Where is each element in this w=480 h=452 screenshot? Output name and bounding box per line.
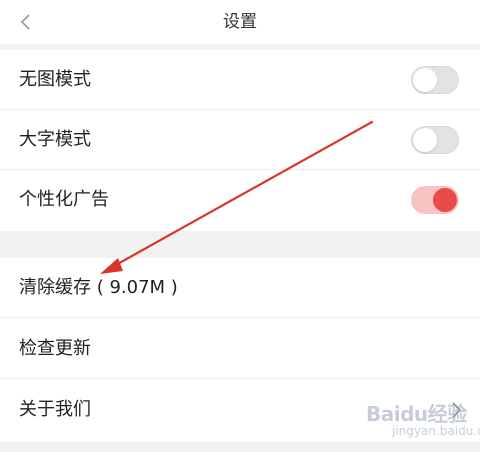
- check-update-label: 检查更新: [19, 338, 91, 359]
- settings-row-clear-cache[interactable]: 清除缓存 ( 9.07M ): [0, 258, 480, 318]
- no-image-mode-toggle[interactable]: [411, 66, 459, 94]
- clear-cache-label: 清除缓存 ( 9.07M ): [19, 277, 178, 298]
- toggle-knob: [413, 128, 437, 152]
- settings-row-personalized-ads[interactable]: 个性化广告: [0, 170, 480, 230]
- watermark-main-text: Baidu经验: [366, 402, 467, 426]
- settings-group-display: 无图模式 大字模式 个性化广告: [0, 50, 480, 231]
- toggle-knob: [413, 68, 437, 92]
- page-title: 设置: [223, 12, 257, 32]
- no-image-mode-label: 无图模式: [19, 69, 91, 90]
- settings-row-no-image-mode[interactable]: 无图模式: [0, 50, 480, 110]
- about-us-label: 关于我们: [19, 399, 91, 420]
- personalized-ads-toggle[interactable]: [411, 186, 459, 214]
- settings-row-large-text-mode[interactable]: 大字模式: [0, 110, 480, 170]
- top-bar: 设置: [0, 0, 480, 44]
- baidu-watermark: Baidu经验 jingyan.baidu.com: [362, 396, 480, 446]
- large-text-mode-toggle[interactable]: [411, 126, 459, 154]
- personalized-ads-label: 个性化广告: [19, 189, 109, 210]
- settings-row-check-update[interactable]: 检查更新: [0, 319, 480, 379]
- toggle-knob: [433, 188, 457, 212]
- large-text-mode-label: 大字模式: [19, 129, 91, 150]
- watermark-sub-text: jingyan.baidu.com: [392, 424, 480, 438]
